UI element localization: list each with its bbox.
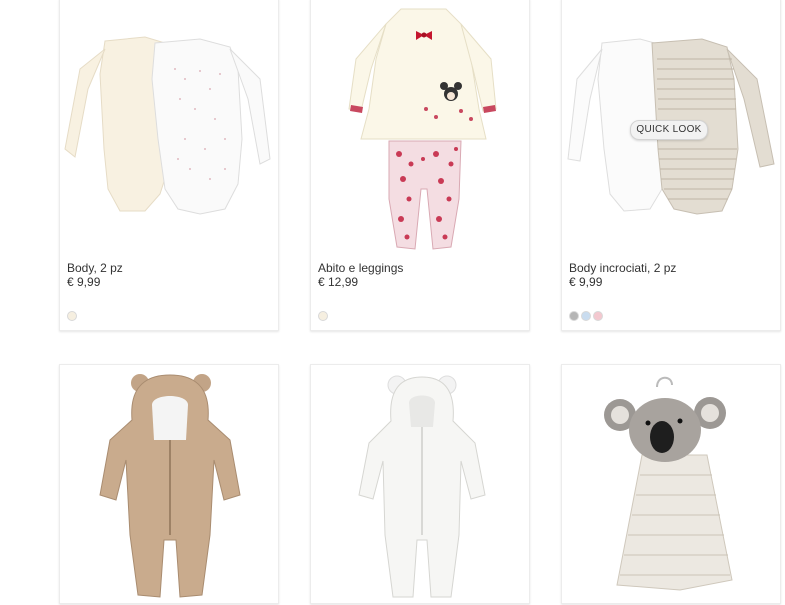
color-swatch[interactable]	[569, 311, 579, 321]
color-swatch[interactable]	[581, 311, 591, 321]
product-card[interactable]	[310, 364, 530, 604]
color-swatch[interactable]	[67, 311, 77, 321]
product-image-body-2-pack[interactable]	[60, 0, 278, 229]
product-price: € 12,99	[318, 275, 359, 289]
product-card[interactable]: Abito e leggings € 12,99	[310, 0, 530, 331]
color-swatches	[569, 311, 603, 321]
product-image-wrap-body-2-pack[interactable]	[562, 0, 780, 229]
color-swatches	[67, 311, 77, 321]
product-name[interactable]: Body incrociati, 2 pz	[569, 261, 676, 275]
product-name[interactable]: Abito e leggings	[318, 261, 403, 275]
product-image-bear-snowsuit[interactable]	[60, 365, 278, 605]
product-card[interactable]	[59, 364, 279, 604]
product-image-white-snowsuit[interactable]	[311, 365, 529, 605]
product-price: € 9,99	[67, 275, 101, 289]
product-image-dress-and-leggings[interactable]	[311, 0, 529, 259]
product-price: € 9,99	[569, 275, 603, 289]
product-card[interactable]: QUICK LOOK Body incrociati, 2 pz € 9,99	[561, 0, 781, 331]
color-swatch[interactable]	[593, 311, 603, 321]
product-name[interactable]: Body, 2 pz	[67, 261, 123, 275]
product-card[interactable]: Body, 2 pz € 9,99	[59, 0, 279, 331]
product-image-koala-comforter[interactable]	[562, 365, 780, 605]
quick-look-button[interactable]: QUICK LOOK	[630, 120, 708, 140]
product-card[interactable]	[561, 364, 781, 604]
color-swatch[interactable]	[318, 311, 328, 321]
color-swatches	[318, 311, 328, 321]
